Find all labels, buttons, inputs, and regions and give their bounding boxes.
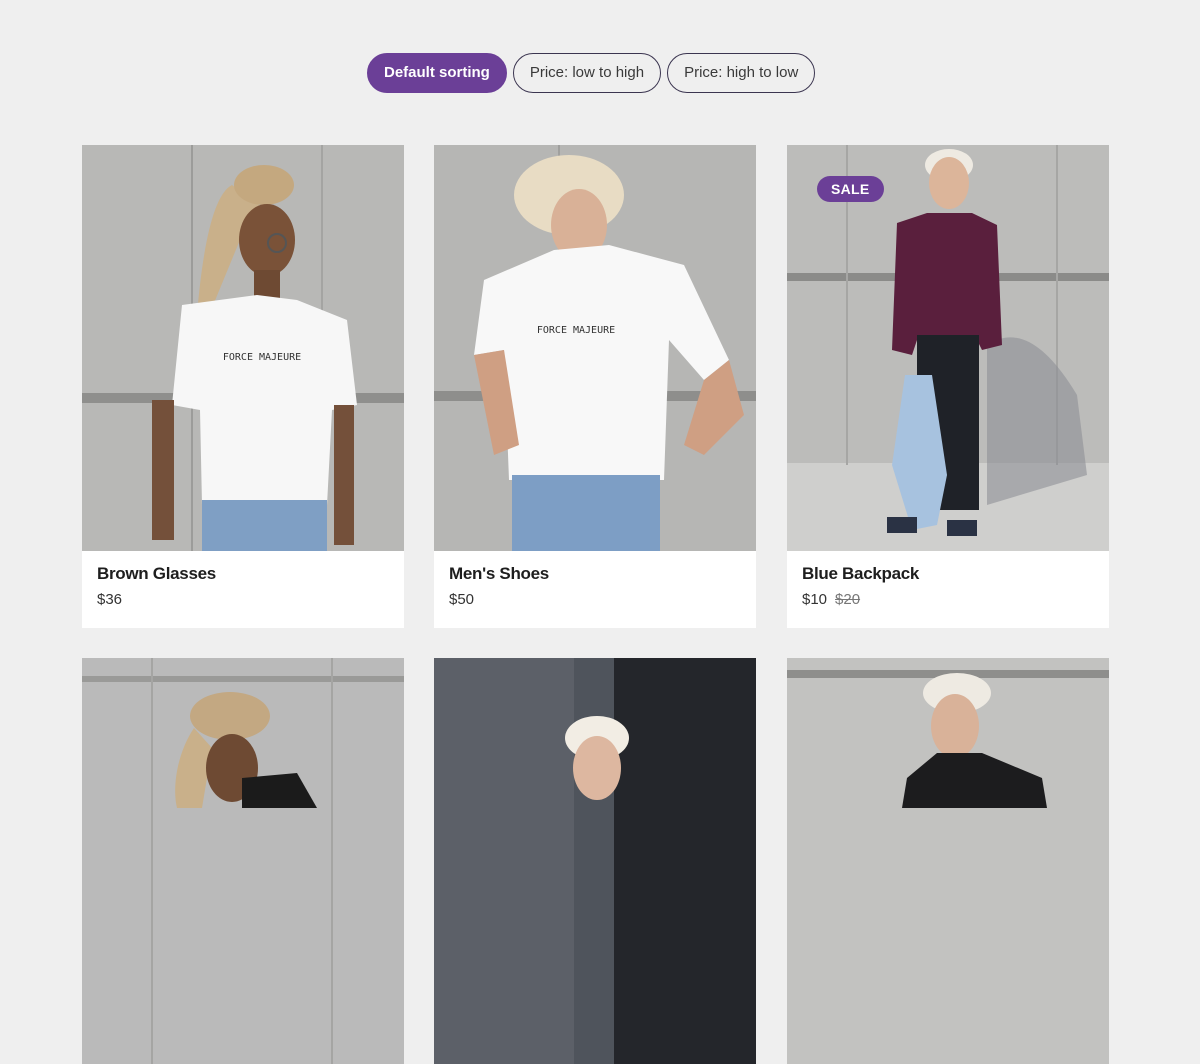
product-price: $36	[97, 591, 123, 608]
product-image[interactable]	[787, 658, 1109, 1064]
product-name[interactable]: Men's Shoes	[449, 564, 741, 584]
default-sorting-button[interactable]: Default sorting	[367, 53, 507, 93]
price-low-to-high-button[interactable]: Price: low to high	[512, 53, 662, 93]
sale-badge: SALE	[817, 176, 884, 202]
product-card-brown-glasses[interactable]: FORCE MAJEURE Brown Glasses $36	[82, 145, 404, 628]
product-info: Brown Glasses $36	[82, 551, 404, 628]
sorting-bar: Default sorting Price: low to high Price…	[367, 53, 816, 93]
shirt-print: FORCE MAJEURE	[537, 325, 615, 336]
price-row: $50	[449, 591, 741, 608]
price-row: $36	[97, 591, 389, 608]
product-image[interactable]: FORCE MAJEURE	[82, 145, 404, 551]
product-name[interactable]: Blue Backpack	[802, 564, 1094, 584]
product-card-blue-backpack[interactable]: SALE Blue Backpack $10 $20	[787, 145, 1109, 628]
model-photo-icon	[82, 658, 404, 1064]
model-photo-icon	[787, 658, 1109, 1064]
product-image[interactable]	[434, 658, 756, 1064]
product-price: $10	[802, 591, 828, 608]
product-name[interactable]: Brown Glasses	[97, 564, 389, 584]
product-image[interactable]	[82, 658, 404, 1064]
product-info: Blue Backpack $10 $20	[787, 551, 1109, 628]
shirt-print: FORCE MAJEURE	[223, 352, 301, 363]
product-image[interactable]: SALE	[787, 145, 1109, 551]
product-card[interactable]	[434, 658, 756, 1064]
product-image[interactable]: FORCE MAJEURE	[434, 145, 756, 551]
model-photo-icon	[787, 145, 1109, 551]
product-old-price: $20	[835, 591, 861, 608]
product-info: Men's Shoes $50	[434, 551, 756, 628]
product-price: $50	[449, 591, 475, 608]
model-photo-icon	[434, 658, 756, 1064]
model-photo-icon: FORCE MAJEURE	[434, 145, 756, 551]
model-photo-icon: FORCE MAJEURE	[82, 145, 404, 551]
product-card-mens-shoes[interactable]: FORCE MAJEURE Men's Shoes $50	[434, 145, 756, 628]
product-card[interactable]	[787, 658, 1109, 1064]
product-card[interactable]	[82, 658, 404, 1064]
price-row: $10 $20	[802, 591, 1094, 608]
price-high-to-low-button[interactable]: Price: high to low	[667, 53, 816, 93]
